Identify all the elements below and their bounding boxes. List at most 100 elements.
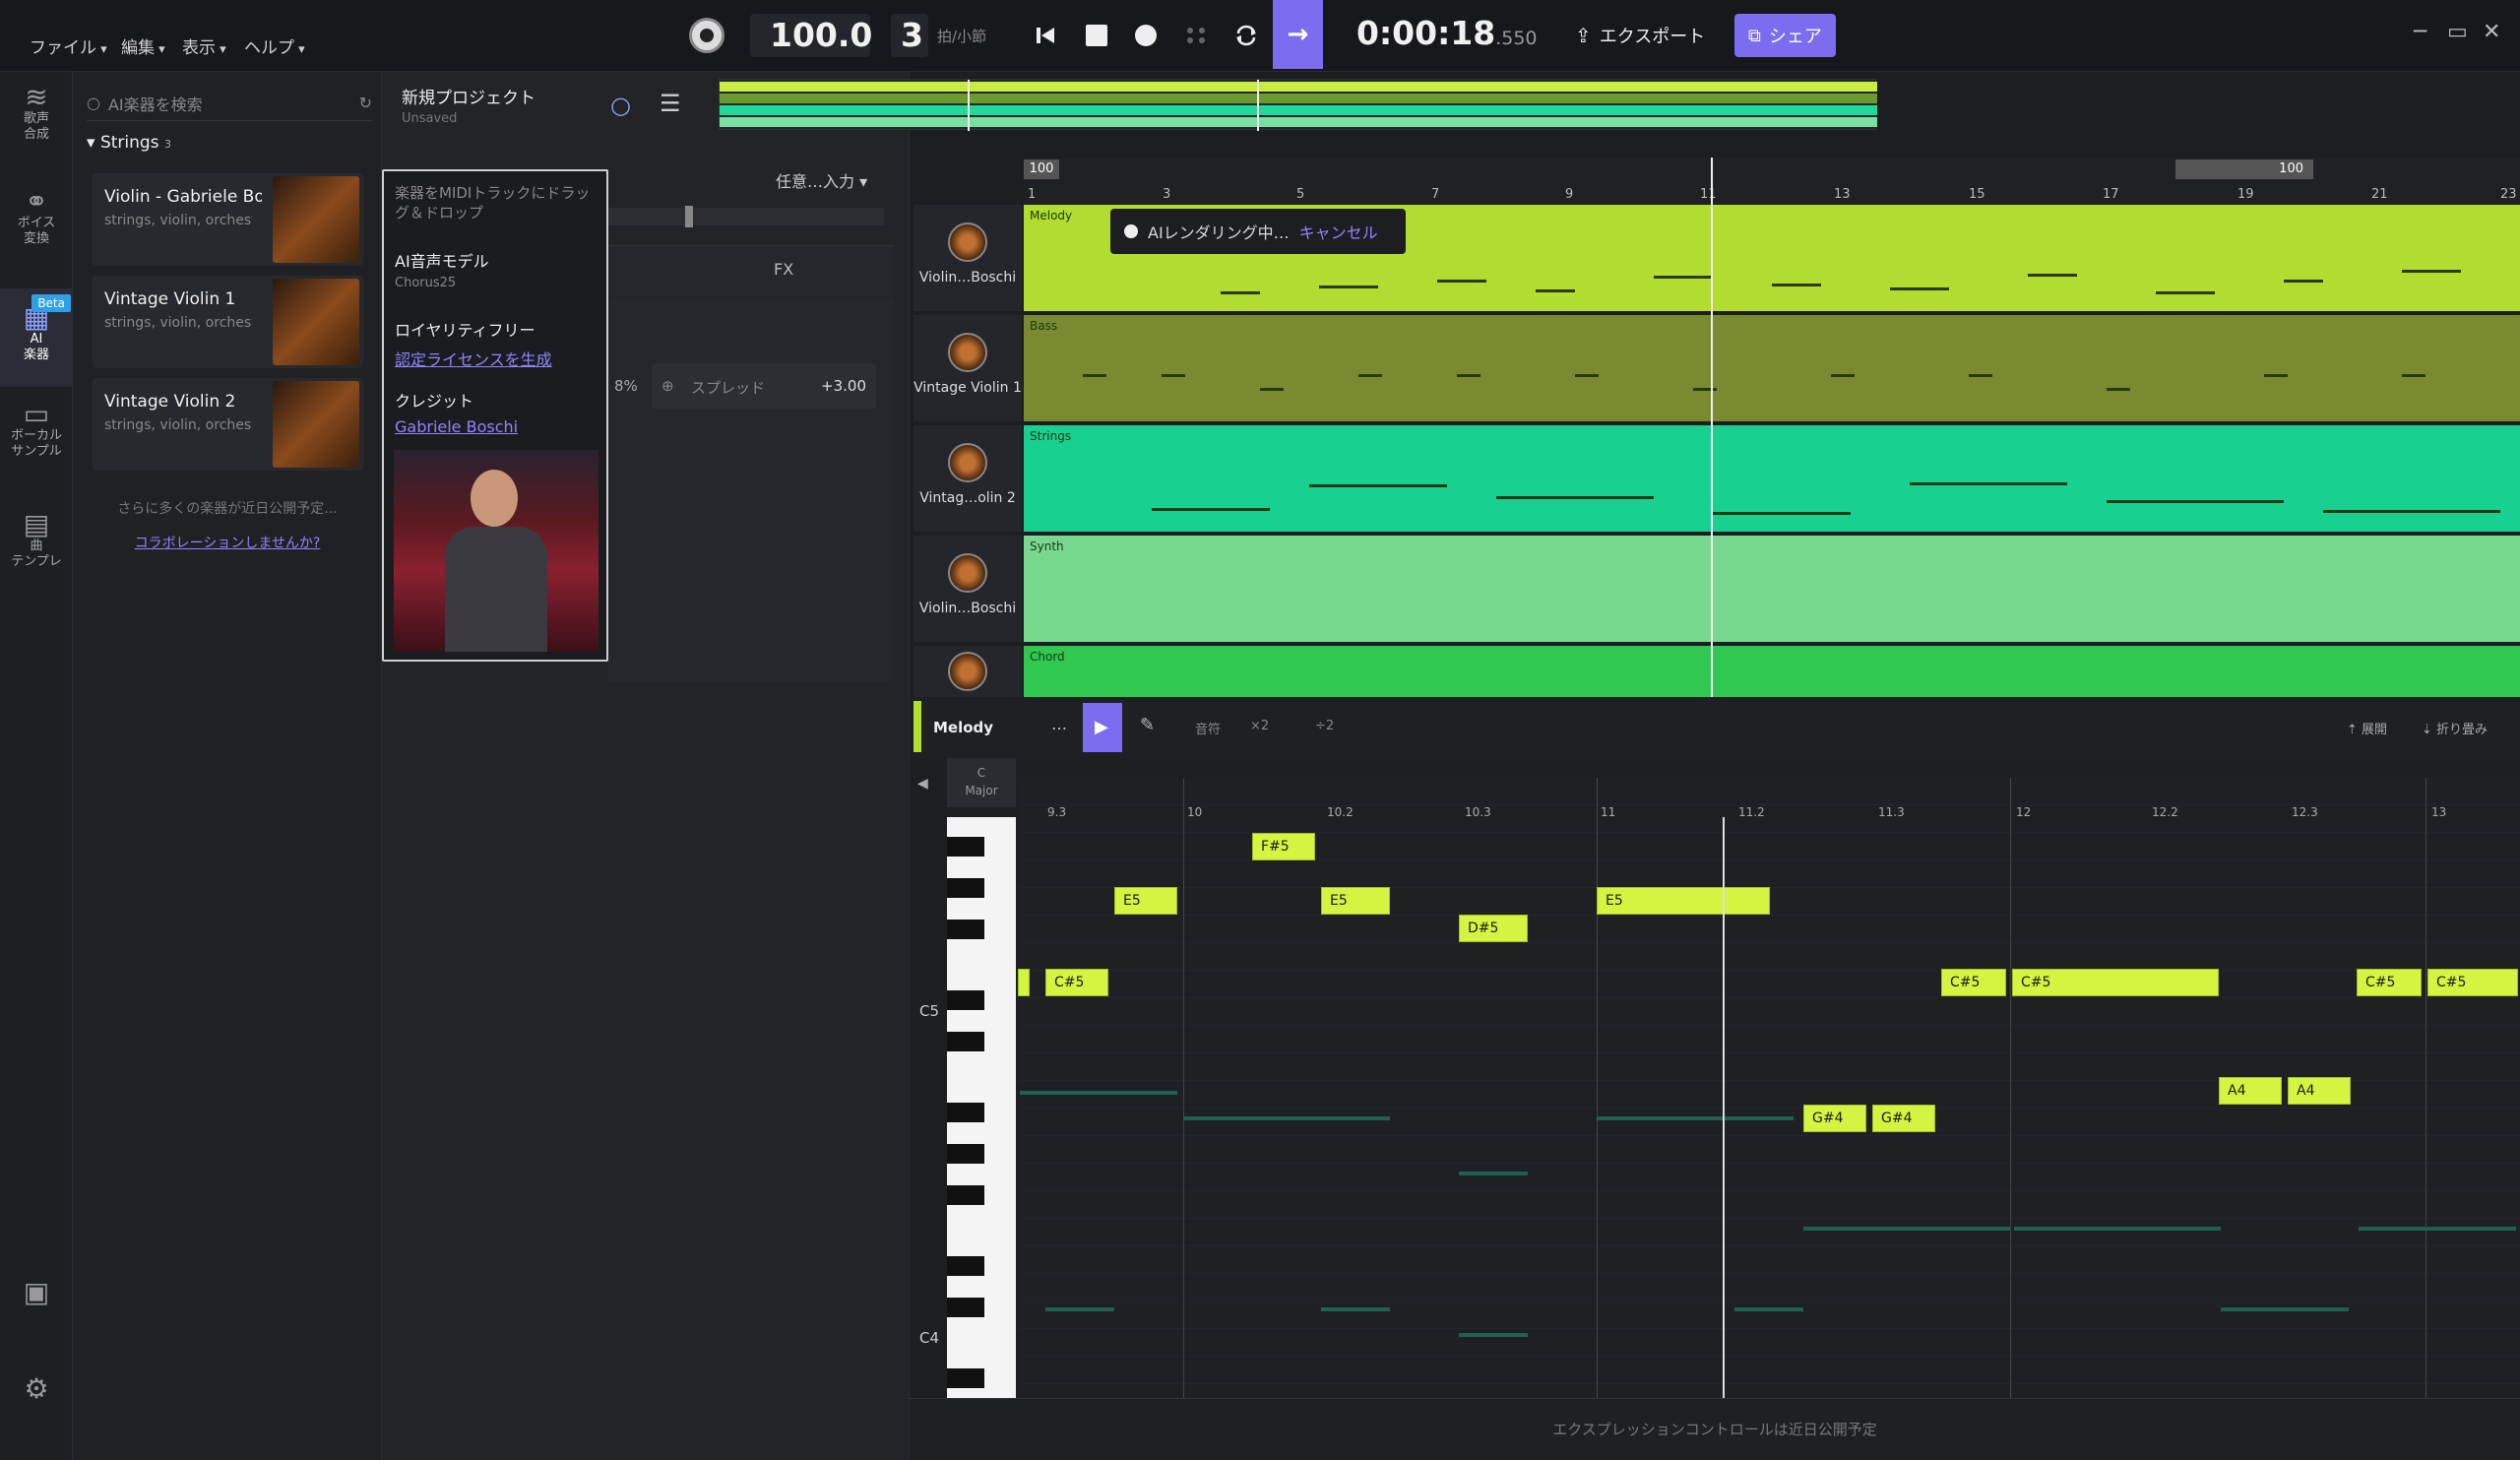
double-button[interactable]: ×2 xyxy=(1250,719,1269,733)
fold-button[interactable]: ⇣ 折り畳み xyxy=(2422,719,2488,737)
skip-back-icon[interactable] xyxy=(1024,14,1067,57)
fx-tab[interactable]: FX xyxy=(608,245,894,296)
note[interactable]: C#5 xyxy=(1941,969,2006,996)
stop-icon[interactable] xyxy=(1075,14,1118,57)
playhead[interactable] xyxy=(1711,158,1713,697)
instrument-search[interactable]: ○ AI楽器を検索 ↻ xyxy=(87,86,372,121)
note[interactable]: D#5 xyxy=(1459,915,1528,942)
spread-label: スプレッド xyxy=(691,379,766,397)
settings-icon[interactable]: ⚙ xyxy=(0,1375,73,1403)
ruler-tick: 15 xyxy=(1969,187,1985,202)
export-icon: ⇪ xyxy=(1575,24,1592,47)
user-icon[interactable]: ○ xyxy=(610,92,631,119)
cancel-button[interactable]: キャンセル xyxy=(1299,220,1378,243)
track-lane-bass[interactable]: Bass xyxy=(1024,315,2520,421)
rail-label: 曲 xyxy=(30,539,43,553)
input-select[interactable]: 任意…入力 ▾ xyxy=(776,168,867,192)
spread-control[interactable]: ⊕ スプレッド +3.00 xyxy=(652,363,876,409)
card-tags: strings, violin, orchestra xyxy=(104,417,252,433)
rail-ai-instrument[interactable]: Beta ▦ AI 楽器 xyxy=(0,288,73,387)
expand-button[interactable]: ⇡ 展開 xyxy=(2347,719,2387,737)
maximize-icon[interactable]: ▭ xyxy=(2447,20,2468,44)
ruler-tick: 19 xyxy=(2237,187,2254,202)
search-input[interactable]: AI楽器を検索 xyxy=(108,92,203,115)
metronome-icon[interactable] xyxy=(689,18,724,53)
rail-voice-synth[interactable]: ≋ 歌声 合成 xyxy=(0,84,73,188)
beats-box[interactable]: 3 xyxy=(891,14,928,57)
note[interactable]: C#5 xyxy=(2012,969,2219,996)
loop-points-icon[interactable] xyxy=(1175,14,1219,57)
ruler-tempo-marker-end[interactable]: 100 xyxy=(2175,159,2313,179)
key-selector[interactable]: C Major xyxy=(947,758,1016,807)
rail-vocal-sample[interactable]: ▭ ボーカル サンプル xyxy=(0,401,73,505)
halve-button[interactable]: ÷2 xyxy=(1315,719,1334,733)
note[interactable]: C#5 xyxy=(2357,969,2422,996)
rail-label: AI xyxy=(30,332,43,347)
collab-link[interactable]: コラボレーションしませんか? xyxy=(73,533,382,552)
instrument-card[interactable]: Vintage Violin 2 strings, violin, orchest… xyxy=(93,378,363,471)
rail-voice-convert[interactable]: ⚭ ボイス 変換 xyxy=(0,188,73,292)
menu-view[interactable]: 表示 xyxy=(182,33,226,58)
license-link[interactable]: 認定ライセンスを生成 xyxy=(395,347,552,370)
group-header-strings[interactable]: ▾ Strings 3 xyxy=(87,133,171,153)
note[interactable]: A4 xyxy=(2219,1077,2282,1105)
rail-template[interactable]: ▤ 曲テンプレ xyxy=(0,511,73,615)
menu-file[interactable]: ファイル xyxy=(30,33,107,58)
follow-playhead-button[interactable]: → xyxy=(1273,0,1323,69)
note[interactable]: C#5 xyxy=(1045,969,1108,996)
tempo-value[interactable]: 100.0 xyxy=(770,16,872,54)
render-toast: AIレンダリング中… キャンセル xyxy=(1110,209,1406,254)
note[interactable]: E5 xyxy=(1114,887,1177,915)
track-lane-strings[interactable]: Strings xyxy=(1024,425,2520,532)
timeline-ruler[interactable]: 100 100 1 3 5 7 9 11 13 15 17 19 21 23 xyxy=(1024,158,2520,205)
project-name[interactable]: 新規プロジェクト xyxy=(402,84,536,108)
mixer-icon[interactable]: ☰ xyxy=(660,90,681,117)
instrument-card[interactable]: Violin - Gabriele Bos strings, violin, or… xyxy=(93,173,363,266)
tempo-box[interactable]: 100.0 xyxy=(750,14,872,57)
track-header[interactable]: Vintag…olin 2 xyxy=(914,425,1022,532)
pr-playhead[interactable] xyxy=(1723,817,1725,1398)
group-count: 3 xyxy=(163,138,171,151)
track-header[interactable]: Violin…Boschi xyxy=(914,205,1022,311)
close-icon[interactable]: ✕ xyxy=(2483,20,2500,44)
note[interactable]: E5 xyxy=(1597,887,1770,915)
loop-icon[interactable] xyxy=(1225,14,1268,57)
pencil-icon[interactable]: ✎ xyxy=(1140,715,1155,735)
minimize-icon[interactable]: ─ xyxy=(2414,20,2426,44)
record-icon[interactable] xyxy=(1124,14,1167,57)
menu-help[interactable]: ヘルプ xyxy=(244,33,305,58)
speaker-icon[interactable]: ◀ xyxy=(917,776,928,792)
note[interactable] xyxy=(1018,969,1030,996)
beats-value[interactable]: 3 xyxy=(901,16,923,54)
note[interactable]: F#5 xyxy=(1252,833,1315,860)
card-tags: strings, violin, orchestra xyxy=(104,315,252,331)
more-button[interactable]: … xyxy=(1051,715,1067,733)
track-header[interactable]: Vintage Violin 1 xyxy=(914,315,1022,421)
ruler-tick: 3 xyxy=(1163,187,1171,202)
video-icon[interactable]: ▣ xyxy=(0,1279,73,1306)
note[interactable]: E5 xyxy=(1321,887,1390,915)
credit-link[interactable]: Gabriele Boschi xyxy=(395,417,518,436)
note[interactable]: G#4 xyxy=(1803,1105,1866,1132)
share-button[interactable]: ⧉ シェア xyxy=(1734,14,1836,57)
note-tool[interactable]: 音符 xyxy=(1195,719,1221,737)
export-button[interactable]: ⇪ エクスポート xyxy=(1575,16,1705,55)
select-tool-icon[interactable]: ▶ xyxy=(1083,703,1122,752)
track-header[interactable] xyxy=(914,646,1022,697)
left-rail: ≋ 歌声 合成 ⚭ ボイス 変換 Beta ▦ AI 楽器 ▭ ボーカル サンプル ▤ 曲テンプレ … xyxy=(0,72,73,1460)
track-header[interactable]: Violin…Boschi xyxy=(914,536,1022,642)
rail-label: 変換 xyxy=(23,231,49,246)
track-lane-chord[interactable]: Chord xyxy=(1024,646,2520,697)
instrument-card[interactable]: Vintage Violin 1 strings, violin, orchest… xyxy=(93,276,363,368)
note[interactable]: C#5 xyxy=(2427,969,2518,996)
ruler-tempo-marker[interactable]: 100 xyxy=(1024,159,1059,179)
note[interactable]: A4 xyxy=(2288,1077,2351,1105)
note[interactable]: G#4 xyxy=(1872,1105,1935,1132)
menu-edit[interactable]: 編集 xyxy=(121,33,165,58)
rail-label: 楽器 xyxy=(23,348,49,362)
refresh-icon[interactable]: ↻ xyxy=(359,94,372,112)
volume-slider[interactable] xyxy=(608,200,894,227)
overview-bar[interactable] xyxy=(719,79,1877,131)
track-lane-synth[interactable]: Synth xyxy=(1024,536,2520,642)
piano-keyboard[interactable] xyxy=(947,817,1016,1398)
